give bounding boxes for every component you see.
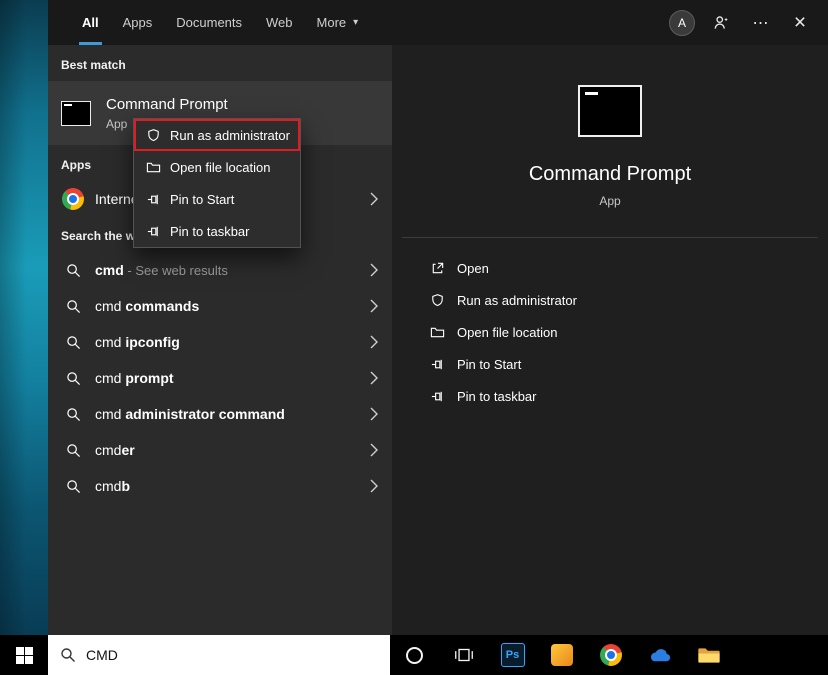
onedrive-icon [650, 649, 670, 662]
tab-all-label: All [82, 15, 99, 30]
context-menu-item-run-as-administrator[interactable]: Run as administrator [134, 119, 300, 151]
start-button[interactable] [0, 635, 48, 675]
photoshop-icon: Ps [500, 643, 525, 667]
best-match-title: Command Prompt [106, 95, 228, 113]
command-prompt-icon [61, 100, 91, 126]
photoshop-button[interactable]: Ps [488, 635, 537, 675]
tab-web[interactable]: Web [254, 0, 305, 45]
suggestion-row[interactable]: cmd er [48, 432, 392, 468]
task-view-icon [454, 648, 473, 662]
tab-more-label: More [316, 15, 347, 30]
close-button[interactable]: × [788, 11, 812, 35]
search-icon [61, 648, 75, 662]
pin-icon [147, 194, 158, 204]
screen: All Apps Documents Web More▾ A ⋯ × Best [0, 0, 828, 675]
preview-subtitle: App [599, 194, 621, 208]
pin-icon [147, 226, 158, 236]
people-icon [714, 15, 728, 29]
taskbar: Ps [0, 635, 828, 675]
chrome-icon [599, 644, 622, 666]
chrome-icon [62, 187, 84, 210]
chevron-right-icon[interactable] [370, 371, 378, 385]
action-open[interactable]: Open [392, 252, 828, 284]
open-icon [432, 262, 444, 273]
search-icon [66, 371, 81, 386]
office-icon [550, 644, 573, 666]
search-icon [66, 479, 81, 494]
tab-documents-label: Documents [176, 15, 243, 30]
suggestion-row[interactable]: cmd b [48, 468, 392, 504]
action-pin-to-taskbar[interactable]: Pin to taskbar [392, 380, 828, 412]
divider [402, 237, 818, 238]
search-input[interactable] [86, 647, 336, 663]
taskbar-search[interactable] [48, 635, 390, 675]
pin-icon [431, 359, 442, 369]
context-menu-item-pin-to-taskbar[interactable]: Pin to taskbar [134, 215, 300, 247]
chevron-right-icon[interactable] [370, 299, 378, 313]
windows-logo-icon [15, 646, 33, 664]
search-icon [66, 443, 81, 458]
tab-apps-label: Apps [122, 15, 153, 30]
chevron-right-icon[interactable] [370, 192, 378, 206]
people-button[interactable] [710, 11, 734, 35]
admin-shield-icon [432, 293, 443, 306]
action-open-file-location[interactable]: Open file location [392, 316, 828, 348]
cortana-button[interactable] [390, 635, 439, 675]
file-explorer-icon [697, 647, 720, 663]
suggestion-row[interactable]: cmd ipconfig [48, 324, 392, 360]
onedrive-button[interactable] [635, 635, 684, 675]
close-icon: × [793, 11, 807, 34]
chrome-button[interactable] [586, 635, 635, 675]
context-menu: Run as administrator Open file location … [133, 118, 301, 248]
suggestion-row[interactable]: cmd - See web results [48, 252, 392, 288]
suggestion-row[interactable]: cmd administrator command [48, 396, 392, 432]
section-label-best-match: Best match [61, 58, 126, 72]
action-run-as-administrator[interactable]: Run as administrator [392, 284, 828, 316]
file-explorer-button[interactable] [684, 635, 733, 675]
office-button[interactable] [537, 635, 586, 675]
chevron-right-icon[interactable] [370, 443, 378, 457]
suggestion-row[interactable]: cmd commands [48, 288, 392, 324]
tabs: All Apps Documents Web More ▾ [70, 0, 370, 45]
chevron-down-icon: ▾ [353, 17, 359, 28]
folder-icon [430, 327, 445, 337]
admin-shield-icon [148, 128, 159, 141]
tab-documents[interactable]: Documents [164, 0, 254, 45]
search-icon [66, 407, 81, 422]
preview-actions: Open Run as administrator Open file loca… [392, 252, 828, 412]
action-pin-to-start[interactable]: Pin to Start [392, 348, 828, 380]
folder-icon [146, 162, 161, 172]
pin-icon [431, 391, 442, 401]
header-actions: A ⋯ × [669, 9, 812, 36]
tab-bar: All Apps Documents Web More ▾ A ⋯ × [48, 0, 828, 45]
chevron-right-icon[interactable] [370, 335, 378, 349]
avatar[interactable]: A [669, 9, 695, 36]
ellipsis-icon: ⋯ [752, 14, 770, 32]
context-menu-item-pin-to-start[interactable]: Pin to Start [134, 183, 300, 215]
suggestion-row[interactable]: cmd prompt [48, 360, 392, 396]
tab-all[interactable]: All [70, 0, 111, 45]
search-flyout: All Apps Documents Web More▾ A ⋯ × Best [48, 0, 828, 635]
task-view-button[interactable] [439, 635, 488, 675]
preview-panel: Command Prompt App Open Run as administr… [392, 45, 828, 635]
chevron-right-icon[interactable] [370, 263, 378, 277]
cortana-icon [406, 646, 423, 664]
search-icon [66, 335, 81, 350]
search-icon [66, 299, 81, 314]
chevron-right-icon[interactable] [370, 407, 378, 421]
taskbar-icons: Ps [390, 635, 733, 675]
command-prompt-icon-large [578, 85, 642, 137]
chevron-right-icon[interactable] [370, 479, 378, 493]
tab-apps[interactable]: Apps [111, 0, 165, 45]
preview-title: Command Prompt [528, 163, 692, 185]
more-options-button[interactable]: ⋯ [749, 11, 773, 35]
search-icon [66, 263, 81, 278]
tab-more[interactable]: More ▾ [305, 0, 371, 45]
context-menu-item-open-file-location[interactable]: Open file location [134, 151, 300, 183]
desktop-wallpaper [0, 0, 48, 635]
tab-web-label: Web [266, 15, 293, 30]
